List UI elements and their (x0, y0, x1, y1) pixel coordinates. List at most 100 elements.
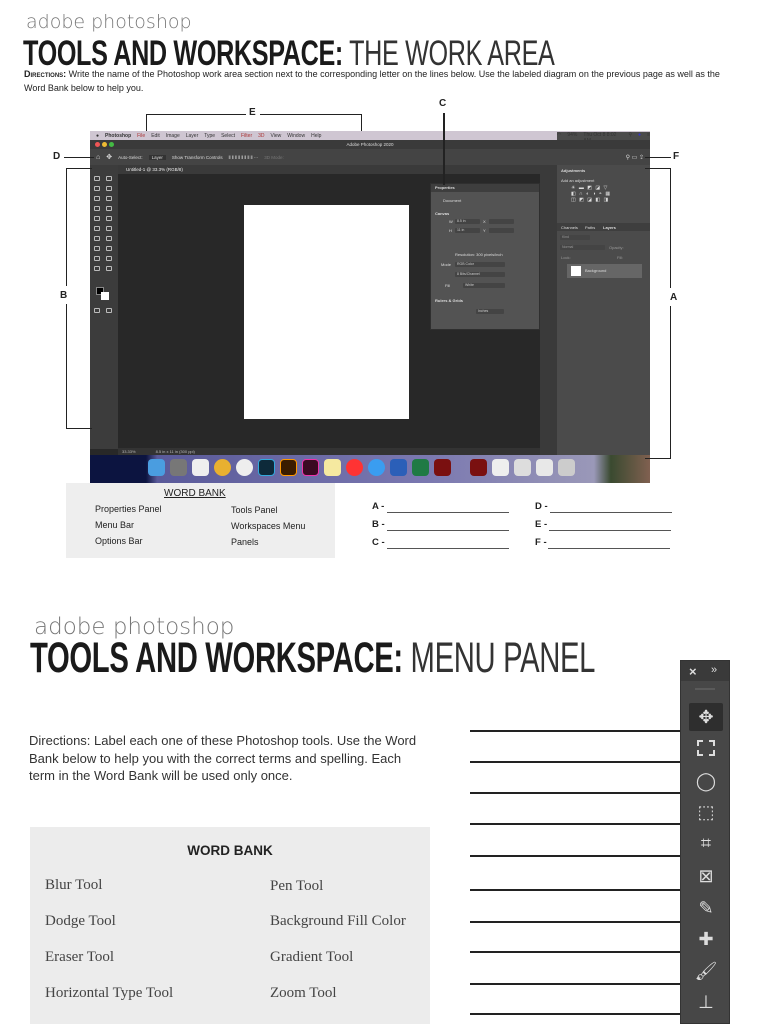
grip-handle[interactable] (695, 688, 715, 690)
blend-mode: Normal (560, 245, 605, 250)
answer-line-a[interactable] (387, 512, 509, 513)
label-b: B (60, 290, 68, 301)
menu-item: 3D (258, 132, 265, 139)
menu-item: Help (311, 132, 322, 139)
auto-select-label: Auto-Select: (118, 154, 143, 160)
answer-line[interactable] (470, 792, 680, 794)
answer-line-f[interactable] (548, 548, 670, 549)
document-canvas (244, 205, 409, 419)
word-bank-item: Horizontal Type Tool (45, 985, 174, 1001)
answer-line[interactable] (470, 761, 680, 763)
answer-label-e: E - (535, 519, 548, 530)
answer-label-c: C - (372, 537, 385, 548)
fill-label: Fill (445, 283, 451, 288)
photoshop-icon (258, 459, 275, 476)
h-label: H (449, 228, 452, 233)
answer-line[interactable] (470, 889, 680, 891)
lasso-tool-icon[interactable]: ◯ (689, 767, 723, 795)
clone-stamp-tool-icon[interactable]: ⊥ (689, 988, 723, 1016)
photoshop-screenshot: ● Photoshop File Edit Image Layer Type S… (90, 131, 650, 483)
answer-label-b: B - (372, 519, 385, 530)
spot-healing-brush-tool-icon[interactable]: ✚ (689, 925, 723, 953)
move-tool-icon[interactable]: ✥ (689, 703, 723, 731)
fill-label: Fill: (617, 255, 624, 260)
panels: Adjustments Add an adjustment ☀ ▬ ◩ ◪ ▽ ◧… (557, 165, 650, 455)
leader-line (645, 157, 671, 158)
document-label: Document (443, 198, 462, 203)
directions-text: Write the name of the Photoshop work are… (24, 69, 720, 93)
opacity-label: Opacity: (609, 245, 624, 250)
close-icon[interactable]: × (689, 664, 697, 679)
word-bank-item: Panels (231, 537, 259, 547)
tools-panel (90, 165, 118, 449)
answer-line-e[interactable] (549, 530, 671, 531)
leader-line (66, 304, 67, 428)
document-icon (492, 459, 509, 476)
height-field: 11 in (455, 228, 480, 233)
width-field: 8.5 in (455, 219, 480, 224)
answer-line[interactable] (470, 823, 680, 825)
status-zoom: 33.33% (122, 449, 136, 454)
word-bank-item: Properties Panel (95, 504, 162, 514)
adjustment-icons: ☀ ▬ ◩ ◪ ▽ ◧ ∩ ◐ ◑ ◓ ▦ ◫ ◩ ◪ ◧ ◨ (571, 185, 612, 203)
illustrator-icon (280, 459, 297, 476)
layer-name: Background (585, 268, 607, 273)
word-bank: WORD BANK Blur Tool Pen Tool Dodge Tool … (30, 827, 430, 1024)
answer-line-c[interactable] (387, 548, 509, 549)
x-label: X (483, 219, 486, 224)
word-bank-item: Workspaces Menu (231, 521, 306, 531)
layer-select: Layer (148, 154, 166, 160)
leader-line (146, 114, 246, 115)
answer-line[interactable] (470, 730, 680, 732)
layer-row: Background (567, 264, 642, 278)
excel-icon (412, 459, 429, 476)
resolution: Resolution: 300 pixels/inch (455, 252, 503, 257)
menu-item: Layer (185, 132, 199, 139)
word-bank-item: Blur Tool (45, 877, 103, 893)
answer-label-d: D - (535, 501, 548, 512)
status-bar: 33.33% 8.5 in x 11 in (300 ppi) (118, 448, 558, 455)
window-title: Adobe Photoshop 2020 (346, 142, 394, 147)
frame-tool-icon[interactable]: ⊠ (689, 862, 723, 890)
page-title: TOOLS AND WORKSPACE: MENU PANEL (30, 634, 595, 683)
menu-item: File (137, 132, 146, 139)
answer-line[interactable] (470, 983, 680, 985)
answer-line-d[interactable] (550, 512, 672, 513)
leader-line (645, 168, 671, 169)
brush-tool-icon[interactable]: 🖌 (689, 957, 723, 985)
w-label: W (449, 219, 453, 224)
expand-icon[interactable]: » (711, 664, 717, 676)
leader-line (64, 157, 94, 158)
label-a: A (670, 292, 678, 303)
menu-item: Type (204, 132, 216, 139)
leader-line (670, 168, 671, 288)
units-select: Inches (476, 309, 504, 314)
document-tab: Untitled-1 @ 33.3% (RGB/8) (118, 165, 558, 174)
word-bank-title: WORD BANK (164, 488, 226, 499)
leader-line (66, 168, 67, 286)
menu-item: Window (287, 132, 306, 139)
messages-icon (368, 459, 385, 476)
title-light: MENU PANEL (402, 634, 596, 682)
mode-select: RGB Color (455, 262, 505, 267)
answer-line[interactable] (470, 921, 680, 923)
mode-3d-label: 3D Mode: (264, 154, 284, 160)
apple-icon: ● (96, 132, 100, 139)
word-bank-item: Dodge Tool (45, 913, 116, 929)
leader-line (361, 114, 362, 131)
label-d: D (53, 151, 61, 162)
notes-icon (324, 459, 341, 476)
object-selection-tool-icon[interactable]: ⬚ (689, 798, 723, 826)
answer-line[interactable] (470, 951, 680, 953)
eyedropper-tool-icon[interactable]: ✎ (689, 894, 723, 922)
answer-line[interactable] (470, 855, 680, 857)
label-e: E (249, 107, 256, 118)
panel-icon-strip (540, 165, 557, 455)
rectangular-marquee-tool-icon[interactable] (689, 734, 723, 762)
dock (90, 455, 650, 483)
answer-line[interactable] (470, 1013, 680, 1015)
answer-line-b[interactable] (387, 530, 509, 531)
leader-line (66, 168, 92, 169)
crop-tool-icon[interactable]: ⌗ (689, 829, 723, 857)
home-icon: ⌂ (96, 153, 101, 161)
